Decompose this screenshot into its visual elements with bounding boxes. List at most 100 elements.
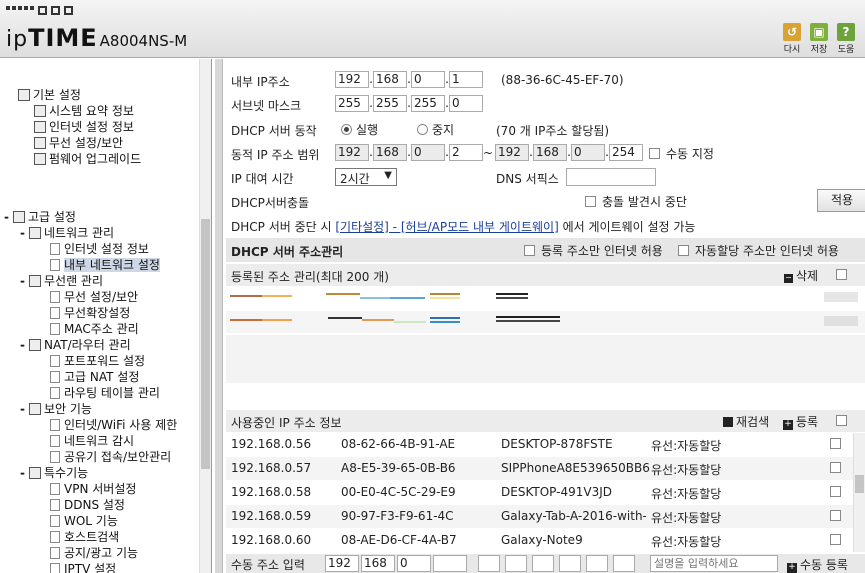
manual-mac-2[interactable] [505,555,527,572]
tree-basic-settings[interactable]: 기본 설정 [18,87,81,103]
manual-range-checkbox[interactable]: 수동 지정 [649,145,714,162]
tree-item-wol[interactable]: WOL 기능 [50,513,118,529]
conflict-stop-checkbox[interactable]: 충돌 발견시 중단 [585,193,687,210]
manual-ip-octet-1[interactable]: 192 [325,555,359,572]
manual-entry-label: 수동 주소 입력 [231,558,305,572]
lan-ip-label: 내부 IP주소 [231,75,290,89]
manual-description-input[interactable] [650,555,778,572]
tree-item-wireless-security[interactable]: 무선 설정/보안 [34,135,123,151]
table-row[interactable]: 192.168.0.57 A8-E5-39-65-0B-B6 SIPPhoneA8E… [226,457,865,480]
page-icon [50,307,60,319]
lan-ip-octet-1[interactable]: 192 [335,71,369,88]
range-end-octet-4[interactable]: 254 [609,144,643,161]
help-button[interactable]: ? 도움 [834,23,858,55]
tree-group-security[interactable]: - 보안 기능 [20,401,92,417]
dns-suffix-label: DNS 서픽스 [496,172,559,186]
panel-divider[interactable] [215,59,223,573]
apply-button[interactable]: 적용 [817,189,865,212]
tree-group-network[interactable]: - 네트워크 관리 [20,225,114,241]
table-row[interactable]: 192.168.0.60 08-AE-D6-CF-4A-B7 Galaxy-Note… [226,529,865,552]
register-button[interactable]: + 등록 [783,413,818,430]
range-start-octet-3[interactable]: 0 [411,144,445,161]
range-end-octet-2[interactable]: 168 [533,144,567,161]
tree-item-internet-setting[interactable]: 인터넷 설정 정보 [50,241,149,257]
tree-item-ddns[interactable]: DDNS 설정 [50,497,125,513]
select-all-registered-checkbox[interactable] [836,269,847,280]
tree-item-network-monitor[interactable]: 네트워크 감시 [50,433,134,449]
folder-icon [18,89,30,101]
tree-item-wireless-extension[interactable]: 무선확장설정 [50,305,130,321]
table-row[interactable]: 192.168.0.59 90-97-F3-F9-61-4C Galaxy-Tab-… [226,505,865,528]
range-start-octet-4[interactable]: 2 [449,144,483,161]
range-end-octet-3[interactable]: 0 [571,144,605,161]
tree-item-host-search[interactable]: 호스트검색 [50,529,119,545]
manual-mac-1[interactable] [478,555,500,572]
tree-item-port-forward[interactable]: 포트포워드 설정 [50,353,145,369]
subnet-octet-3[interactable]: 255 [411,95,445,112]
range-start-octet-2[interactable]: 168 [373,144,407,161]
in-use-scrollbar[interactable] [853,433,865,552]
registered-row[interactable] [226,311,865,333]
tree-item-wireless-security-adv[interactable]: 무선 설정/보안 [50,289,138,305]
checkbox-icon [678,245,689,256]
manual-register-button[interactable]: + 수동 등록 [787,556,848,573]
dhcp-off-radio[interactable]: 중지 [417,121,454,138]
tree-group-nat[interactable]: - NAT/라우터 관리 [20,337,131,353]
lan-ip-octet-4[interactable]: 1 [449,71,483,88]
row-checkbox[interactable] [830,438,841,449]
subnet-octet-1[interactable]: 255 [335,95,369,112]
tree-group-wireless[interactable]: - 무선랜 관리 [20,273,103,289]
tree-item-advanced-nat[interactable]: 고급 NAT 설정 [50,369,139,385]
gateway-settings-link[interactable]: [기타설정] - [허브/AP모드 내부 게이트웨이] [335,220,558,234]
row-checkbox[interactable] [830,510,841,521]
manual-mac-3[interactable] [532,555,554,572]
tree-item-firmware-upgrade[interactable]: 펌웨어 업그레이드 [34,151,141,167]
lease-label: IP 대여 시간 [231,172,294,186]
select-all-inuse-checkbox[interactable] [836,415,847,426]
manual-mac-6[interactable] [613,555,635,572]
manual-ip-octet-4[interactable] [433,555,467,572]
main-panel: 내부 IP주소 192. 168. 0. 1 (88-36-6C-45-EF-70) … [215,59,865,573]
manual-mac-4[interactable] [559,555,581,572]
dns-suffix-input[interactable] [566,168,656,186]
delete-button[interactable]: − 삭제 [784,267,818,284]
lan-ip-octet-3[interactable]: 0 [411,71,445,88]
tree-item-notice-ads[interactable]: 공지/광고 기능 [50,545,138,561]
tree-item-internet-info[interactable]: 인터넷 설정 정보 [34,119,134,135]
sidebar: 기본 설정 시스템 요약 정보 인터넷 설정 정보 무선 설정/보안 펌웨어 업… [0,59,212,573]
sidebar-scrollbar[interactable] [199,59,211,573]
lan-ip-octet-2[interactable]: 168 [373,71,407,88]
tree-item-mac-management[interactable]: MAC주소 관리 [50,321,139,337]
tree-item-routing-table[interactable]: 라우팅 테이블 관리 [50,385,160,401]
row-checkbox[interactable] [830,534,841,545]
dhcp-mgmt-header: DHCP 서버 주소관리 등록 주소만 인터넷 허용 자동할당 주소만 인터넷 … [226,238,865,262]
dhcp-on-radio[interactable]: 실행 [341,121,378,138]
tree-item-iptv[interactable]: IPTV 설정 [50,561,116,573]
registered-only-checkbox[interactable]: 등록 주소만 인터넷 허용 [524,242,663,259]
range-end-octet-1[interactable]: 192 [495,144,529,161]
registered-row[interactable] [226,287,865,309]
tree-item-access-limit[interactable]: 인터넷/WiFi 사용 제한 [50,417,177,433]
manual-mac-5[interactable] [586,555,608,572]
minus-icon: − [784,273,793,283]
save-button[interactable]: ▣ 저장 [807,23,831,55]
tree-item-system-summary[interactable]: 시스템 요약 정보 [34,103,134,119]
tree-item-vpn-server[interactable]: VPN 서버설정 [50,481,136,497]
rescan-button[interactable]: 재검색 [723,413,769,430]
auto-only-checkbox[interactable]: 자동할당 주소만 인터넷 허용 [678,242,839,259]
row-checkbox[interactable] [830,486,841,497]
manual-ip-octet-3[interactable]: 0 [397,555,431,572]
table-row[interactable]: 192.168.0.56 08-62-66-4B-91-AE DESKTOP-878… [226,433,865,456]
row-checkbox[interactable] [830,462,841,473]
tree-item-router-security[interactable]: 공유기 접속/보안관리 [50,449,171,465]
tree-advanced-settings[interactable]: - 고급 설정 [4,209,76,225]
tree-group-special[interactable]: - 특수기능 [20,465,88,481]
table-row[interactable]: 192.168.0.58 00-E0-4C-5C-29-E9 DESKTOP-491… [226,481,865,504]
manual-ip-octet-2[interactable]: 168 [361,555,395,572]
subnet-octet-4[interactable]: 0 [449,95,483,112]
tree-item-lan-setting[interactable]: 내부 네트워크 설정 [50,257,160,273]
reload-button[interactable]: ↺ 다시 [780,23,804,55]
range-start-octet-1[interactable]: 192 [335,144,369,161]
subnet-octet-2[interactable]: 255 [373,95,407,112]
lease-select[interactable]: 2시간 ▼ [335,168,397,186]
